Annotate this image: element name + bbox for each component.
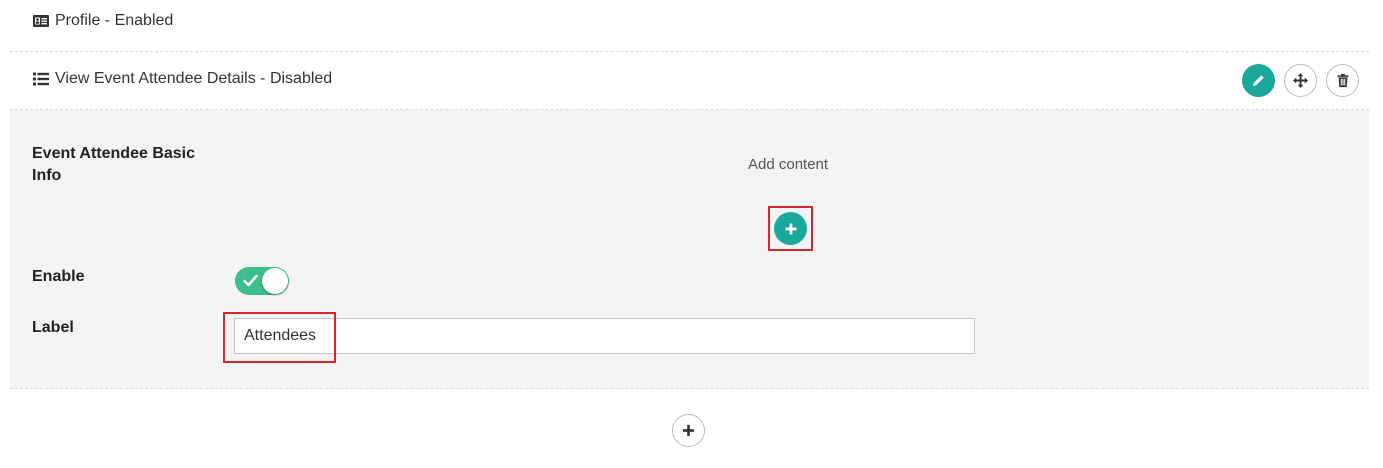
add-content-button[interactable] xyxy=(774,212,807,245)
label-input[interactable] xyxy=(234,318,975,354)
settings-panel: Event Attendee Basic Info Add content En… xyxy=(10,110,1369,389)
profile-row-label: Profile - Enabled xyxy=(55,12,174,29)
plus-icon xyxy=(682,424,695,437)
add-content-highlight xyxy=(768,206,813,251)
view-event-row-label: View Event Attendee Details - Disabled xyxy=(55,70,333,87)
list-icon xyxy=(32,71,50,87)
add-content-text: Add content xyxy=(748,156,829,173)
trash-icon xyxy=(1336,73,1349,88)
profile-row[interactable]: Profile - Enabled xyxy=(10,0,1369,52)
view-event-row-title: View Event Attendee Details - Disabled xyxy=(32,70,332,88)
profile-row-title: Profile - Enabled xyxy=(32,12,173,30)
plus-icon xyxy=(785,223,796,234)
enable-label: Enable xyxy=(32,268,85,285)
delete-button[interactable] xyxy=(1326,64,1359,97)
pencil-icon xyxy=(1252,75,1264,87)
id-card-icon xyxy=(32,13,50,29)
view-event-row[interactable]: View Event Attendee Details - Disabled xyxy=(10,52,1369,110)
edit-button[interactable] xyxy=(1242,64,1275,97)
check-icon xyxy=(243,274,258,287)
enable-toggle[interactable] xyxy=(235,267,289,295)
move-arrows-icon xyxy=(1292,72,1309,89)
move-button[interactable] xyxy=(1284,64,1317,97)
add-row-button[interactable] xyxy=(672,414,705,447)
label-field-label: Label xyxy=(32,319,74,336)
section-label: Event Attendee Basic Info xyxy=(32,145,196,184)
toggle-knob xyxy=(262,268,288,294)
row-actions xyxy=(1242,64,1359,97)
